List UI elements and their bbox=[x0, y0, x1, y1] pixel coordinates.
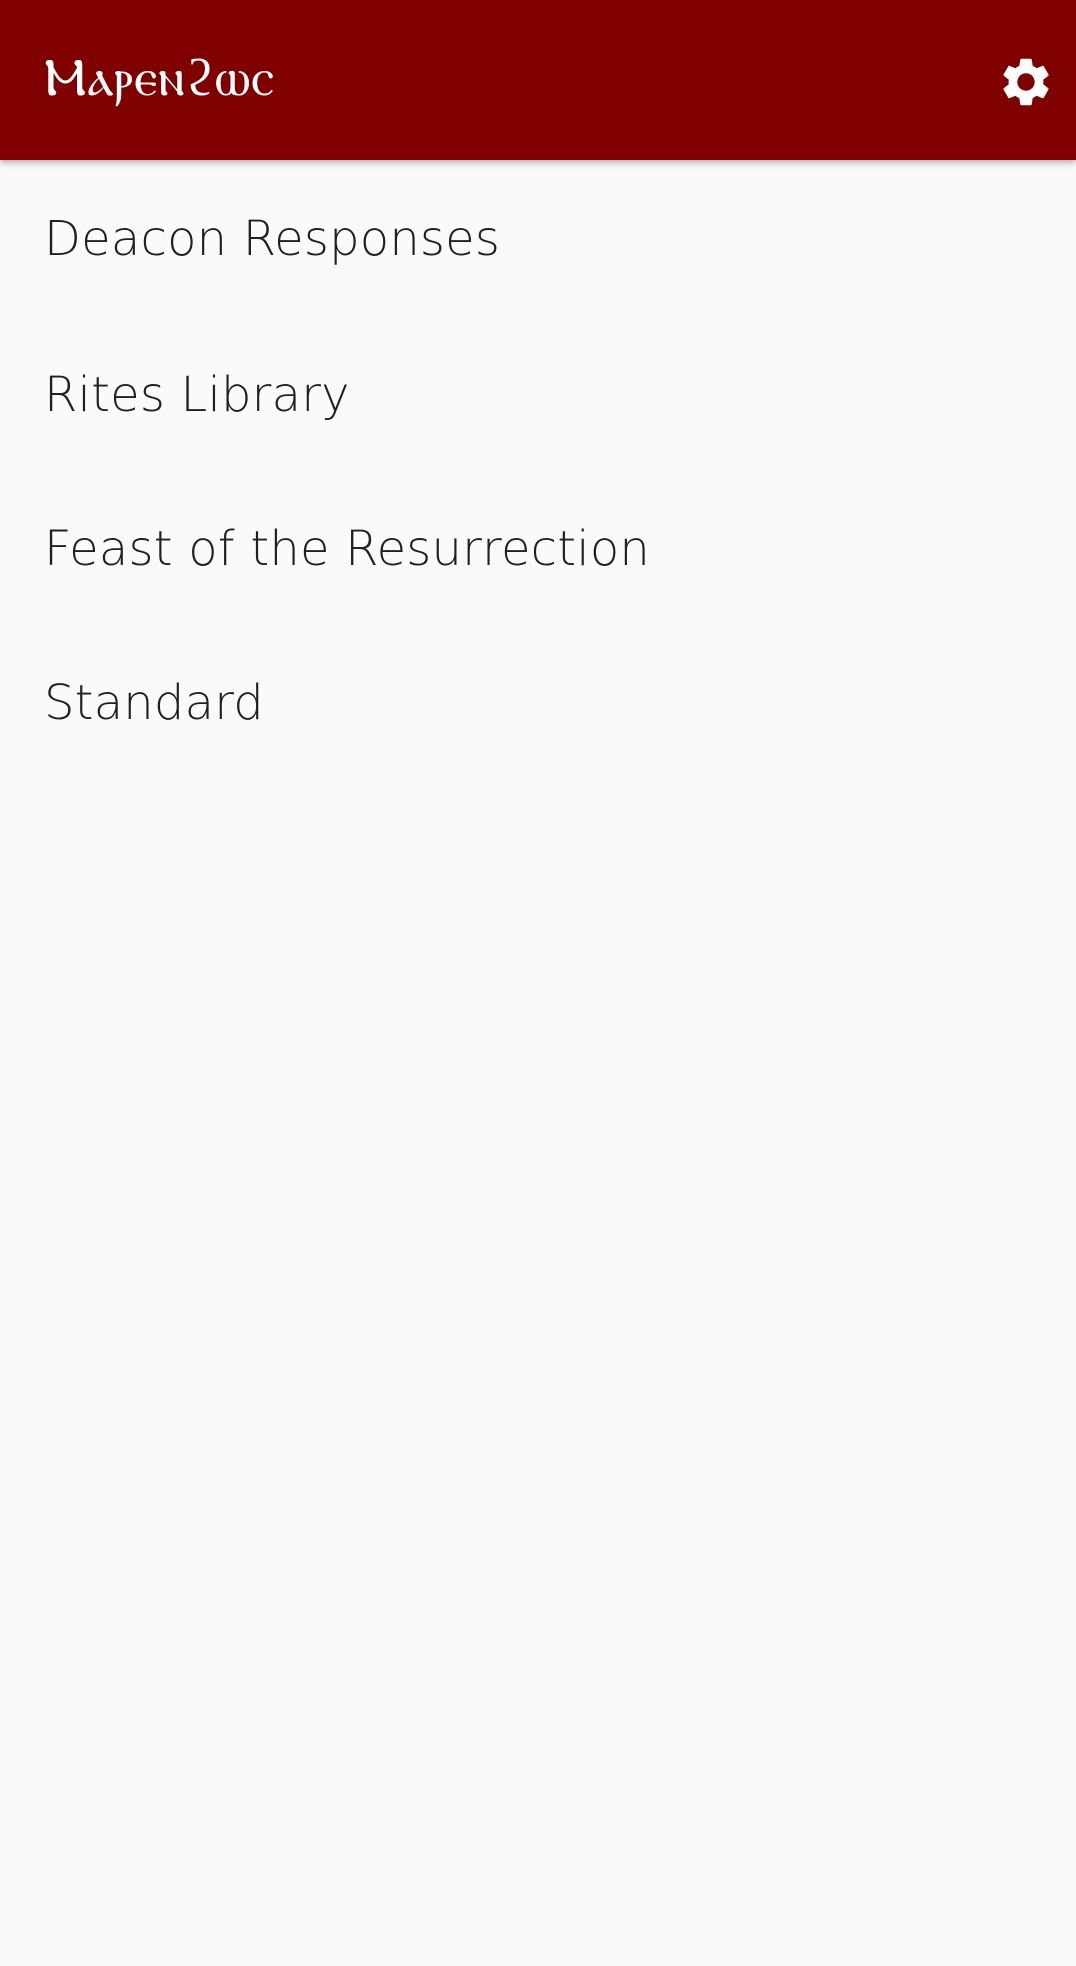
gear-icon bbox=[997, 53, 1055, 111]
app-bar: Ⲙⲁⲣⲉⲛϩⲱⲥ bbox=[0, 0, 1076, 160]
menu-item-label: Feast of the Resurrection bbox=[44, 521, 651, 577]
app-title: Ⲙⲁⲣⲉⲛϩⲱⲥ bbox=[44, 48, 276, 108]
menu-item-deacon-responses[interactable]: Deacon Responses bbox=[0, 160, 1076, 318]
settings-button[interactable] bbox=[986, 42, 1066, 122]
menu-item-rites-library[interactable]: Rites Library bbox=[0, 318, 1076, 472]
menu-item-label: Standard bbox=[44, 675, 264, 731]
menu-list: Deacon Responses Rites Library Feast of … bbox=[0, 160, 1076, 780]
menu-item-label: Rites Library bbox=[44, 367, 350, 423]
menu-item-label: Deacon Responses bbox=[44, 211, 501, 267]
menu-item-standard[interactable]: Standard bbox=[0, 626, 1076, 780]
menu-item-feast-of-the-resurrection[interactable]: Feast of the Resurrection bbox=[0, 472, 1076, 626]
